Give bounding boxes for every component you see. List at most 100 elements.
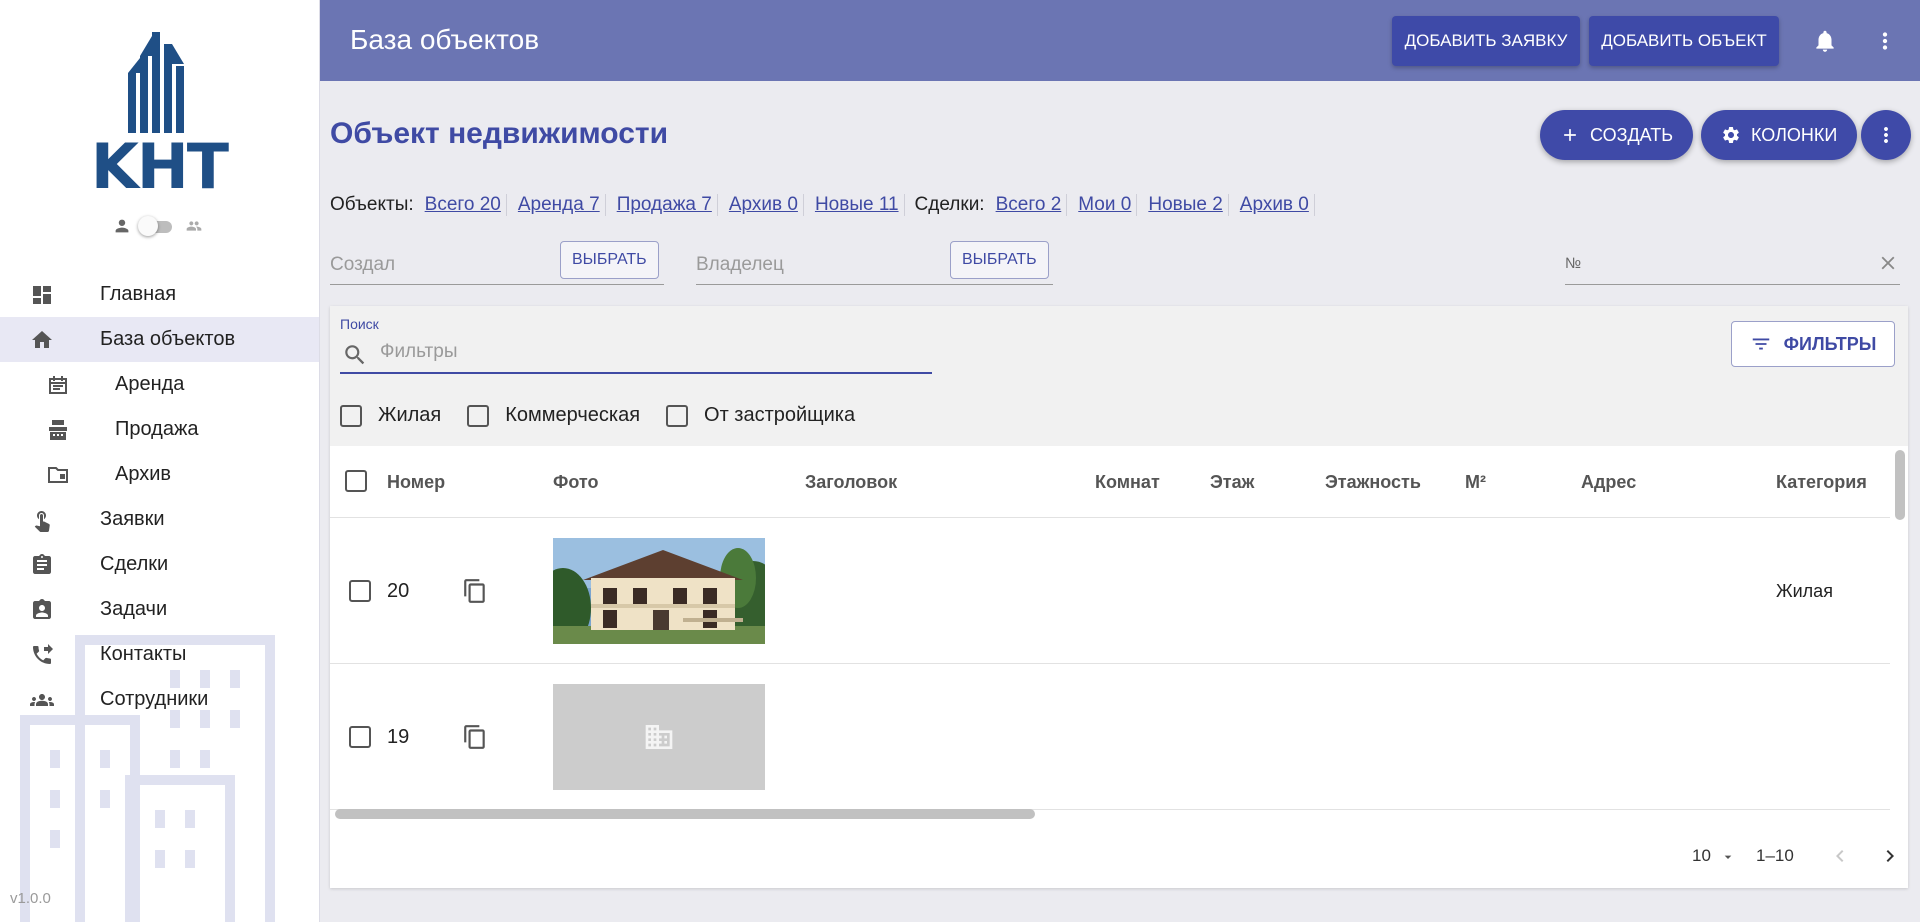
objects-archive-link[interactable]: Архив 0 [724, 194, 804, 216]
sidebar-item-sale[interactable]: Продажа [0, 407, 319, 452]
page-header-title: База объектов [350, 24, 540, 55]
deals-archive-link[interactable]: Архив 0 [1235, 194, 1315, 216]
sidebar-item-requests[interactable]: Заявки [0, 497, 319, 542]
horizontal-scrollbar[interactable] [335, 809, 1035, 819]
photo-placeholder[interactable] [553, 684, 765, 790]
close-icon[interactable] [1877, 252, 1899, 274]
clipboard-icon [33, 554, 51, 574]
column-header[interactable]: Заголовок [805, 472, 897, 493]
view-toggle[interactable] [114, 216, 214, 236]
sidebar-item-archive[interactable]: Архив [0, 452, 319, 497]
created-by-field[interactable]: Создал ВЫБРАТЬ [330, 241, 664, 285]
field-underline [330, 284, 664, 285]
column-header[interactable]: Комнат [1095, 472, 1160, 493]
owner-select-button[interactable]: ВЫБРАТЬ [950, 241, 1049, 279]
objects-sale-link[interactable]: Продажа 7 [612, 194, 718, 216]
sidebar-item-label: Аренда [115, 373, 185, 395]
columns-button[interactable]: КОЛОНКИ [1701, 110, 1858, 160]
checkbox-label: Жилая [378, 404, 442, 426]
select-all-checkbox[interactable] [345, 470, 367, 492]
sidebar-item-label: Задачи [100, 598, 168, 620]
objects-table-card: Поиск Фильтры ФИЛЬТРЫ Жилая Коммерческая… [330, 306, 1908, 888]
house-photo[interactable] [553, 538, 765, 644]
table-row[interactable]: 19 [330, 664, 1890, 810]
search-input[interactable]: Фильтры [340, 336, 932, 374]
rows-per-page-select[interactable]: 10 [1692, 846, 1736, 866]
objects-label: Объекты: [330, 194, 414, 215]
search-placeholder: Фильтры [380, 341, 458, 362]
pagination: 10 1–10 [330, 836, 1908, 876]
deals-total-link[interactable]: Всего 2 [991, 194, 1068, 216]
sidebar-item-rent[interactable]: Аренда [0, 362, 319, 407]
owner-placeholder: Владелец [696, 254, 784, 275]
sidebar-item-main[interactable]: Главная [0, 272, 319, 317]
column-header[interactable]: Адрес [1581, 472, 1636, 493]
more-vert-icon [1884, 127, 1888, 143]
filters-button[interactable]: ФИЛЬТРЫ [1731, 321, 1895, 367]
row-checkbox[interactable] [349, 580, 371, 602]
sidebar-item-label: Сотрудники [100, 688, 209, 710]
sidebar-item-label: Архив [115, 463, 172, 485]
objects-rent-link[interactable]: Аренда 7 [513, 194, 606, 216]
building-logo-icon [128, 32, 184, 133]
sidebar-item-label: Главная [100, 283, 177, 305]
column-header[interactable]: Этажность [1325, 472, 1421, 493]
type-checkboxes: Жилая Коммерческая От застройщика [340, 404, 881, 427]
search-label: Поиск [340, 316, 379, 332]
sidebar-item-deals[interactable]: Сделки [0, 542, 319, 587]
owner-field[interactable]: Владелец ВЫБРАТЬ [696, 241, 1053, 285]
checkbox-box[interactable] [340, 404, 362, 427]
deals-mine-link[interactable]: Мои 0 [1073, 194, 1138, 216]
row-category: Жилая [1776, 581, 1833, 601]
deals-new-link[interactable]: Новые 2 [1143, 194, 1229, 216]
column-header[interactable]: Категория [1776, 472, 1867, 493]
number-search-field[interactable]: № [1565, 241, 1900, 285]
row-number: 19 [387, 726, 410, 748]
row-checkbox[interactable] [349, 726, 371, 748]
checkbox-commercial[interactable]: Коммерческая [467, 404, 640, 427]
checkbox-developer[interactable]: От застройщика [666, 404, 855, 427]
vertical-scrollbar[interactable] [1895, 450, 1905, 520]
column-header[interactable]: Номер [387, 472, 445, 493]
sidebar-item-contacts[interactable]: Контакты [0, 632, 319, 677]
people-toggle-icon [186, 221, 202, 231]
stats-bar: Объекты: Всего 20 Аренда 7 Продажа 7 Арх… [330, 190, 1321, 220]
more-vert-icon[interactable] [1872, 28, 1898, 54]
bell-icon[interactable] [1812, 28, 1838, 54]
objects-total-link[interactable]: Всего 20 [420, 194, 507, 216]
page-title: Объект недвижимости [330, 117, 669, 150]
checkbox-box[interactable] [467, 404, 490, 427]
table-row[interactable]: 20 Жилая [330, 518, 1890, 664]
sidebar-nav: Главная База объектов Аренда Продажа Арх… [0, 272, 319, 722]
create-button[interactable]: СОЗДАТЬ [1540, 110, 1694, 160]
checkbox-box[interactable] [666, 404, 689, 427]
copy-icon[interactable] [462, 724, 488, 750]
person-icon [115, 219, 129, 233]
chevron-right-icon[interactable] [1878, 844, 1902, 868]
rows-per-page-value: 10 [1692, 846, 1711, 865]
toggle-thumb[interactable] [138, 216, 158, 236]
checkbox-label: От застройщика [704, 404, 856, 426]
checkbox-residential[interactable]: Жилая [340, 404, 441, 427]
created-by-select-button[interactable]: ВЫБРАТЬ [560, 241, 659, 279]
copy-icon[interactable] [462, 578, 488, 604]
top-app-bar: База объектов ДОБАВИТЬ ЗАЯВКУ ДОБАВИТЬ О… [320, 0, 1920, 81]
sidebar-item-label: Контакты [100, 643, 187, 665]
column-header[interactable]: М² [1465, 472, 1486, 493]
chevron-down-icon [1724, 855, 1731, 859]
sidebar-item-objects[interactable]: База объектов [0, 317, 319, 362]
add-request-button[interactable]: ДОБАВИТЬ ЗАЯВКУ [1392, 16, 1580, 66]
filter-list-icon [1752, 338, 1769, 350]
more-options-button[interactable] [1861, 110, 1911, 160]
column-header[interactable]: Фото [553, 472, 598, 493]
sidebar-item-employees[interactable]: Сотрудники [0, 677, 319, 722]
column-header[interactable]: Этаж [1210, 472, 1254, 493]
chevron-left-icon[interactable] [1828, 844, 1852, 868]
placeholder-building-icon [645, 725, 673, 749]
company-logo: KHT [84, 28, 234, 198]
objects-new-link[interactable]: Новые 11 [810, 194, 905, 216]
sidebar-item-tasks[interactable]: Задачи [0, 587, 319, 632]
add-object-button[interactable]: ДОБАВИТЬ ОБЪЕКТ [1589, 16, 1779, 66]
sidebar-item-label: Продажа [115, 418, 199, 440]
search-icon [345, 345, 365, 365]
